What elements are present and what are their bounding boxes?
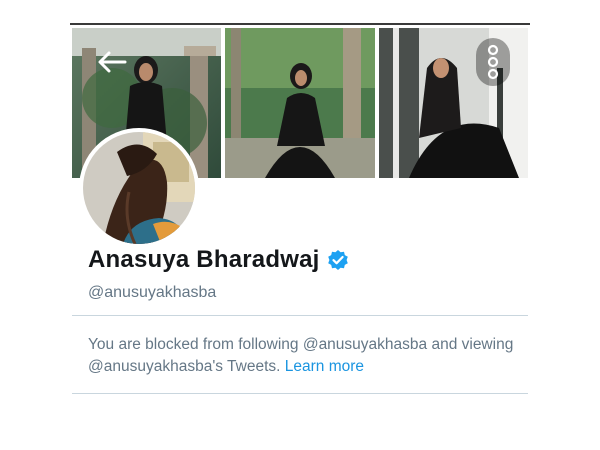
profile-page: Anasuya Bharadwaj @anusuyakhasba You are… <box>0 0 600 450</box>
blocked-notice: You are blocked from following @anusuyak… <box>88 334 518 378</box>
username-handle: @anusuyakhasba <box>88 284 217 301</box>
more-options-button[interactable] <box>476 38 510 86</box>
verified-badge-icon <box>327 249 349 271</box>
divider-top <box>72 315 528 316</box>
profile-name-row: Anasuya Bharadwaj <box>88 246 349 274</box>
arrow-left-icon <box>98 51 127 73</box>
more-vertical-icon <box>487 44 499 80</box>
avatar[interactable] <box>83 132 195 244</box>
display-name: Anasuya Bharadwaj <box>88 246 320 273</box>
header-photo-2 <box>225 28 375 178</box>
back-button[interactable] <box>90 40 134 84</box>
top-border <box>70 23 530 25</box>
learn-more-link[interactable]: Learn more <box>285 358 364 375</box>
divider-bottom <box>72 393 528 394</box>
